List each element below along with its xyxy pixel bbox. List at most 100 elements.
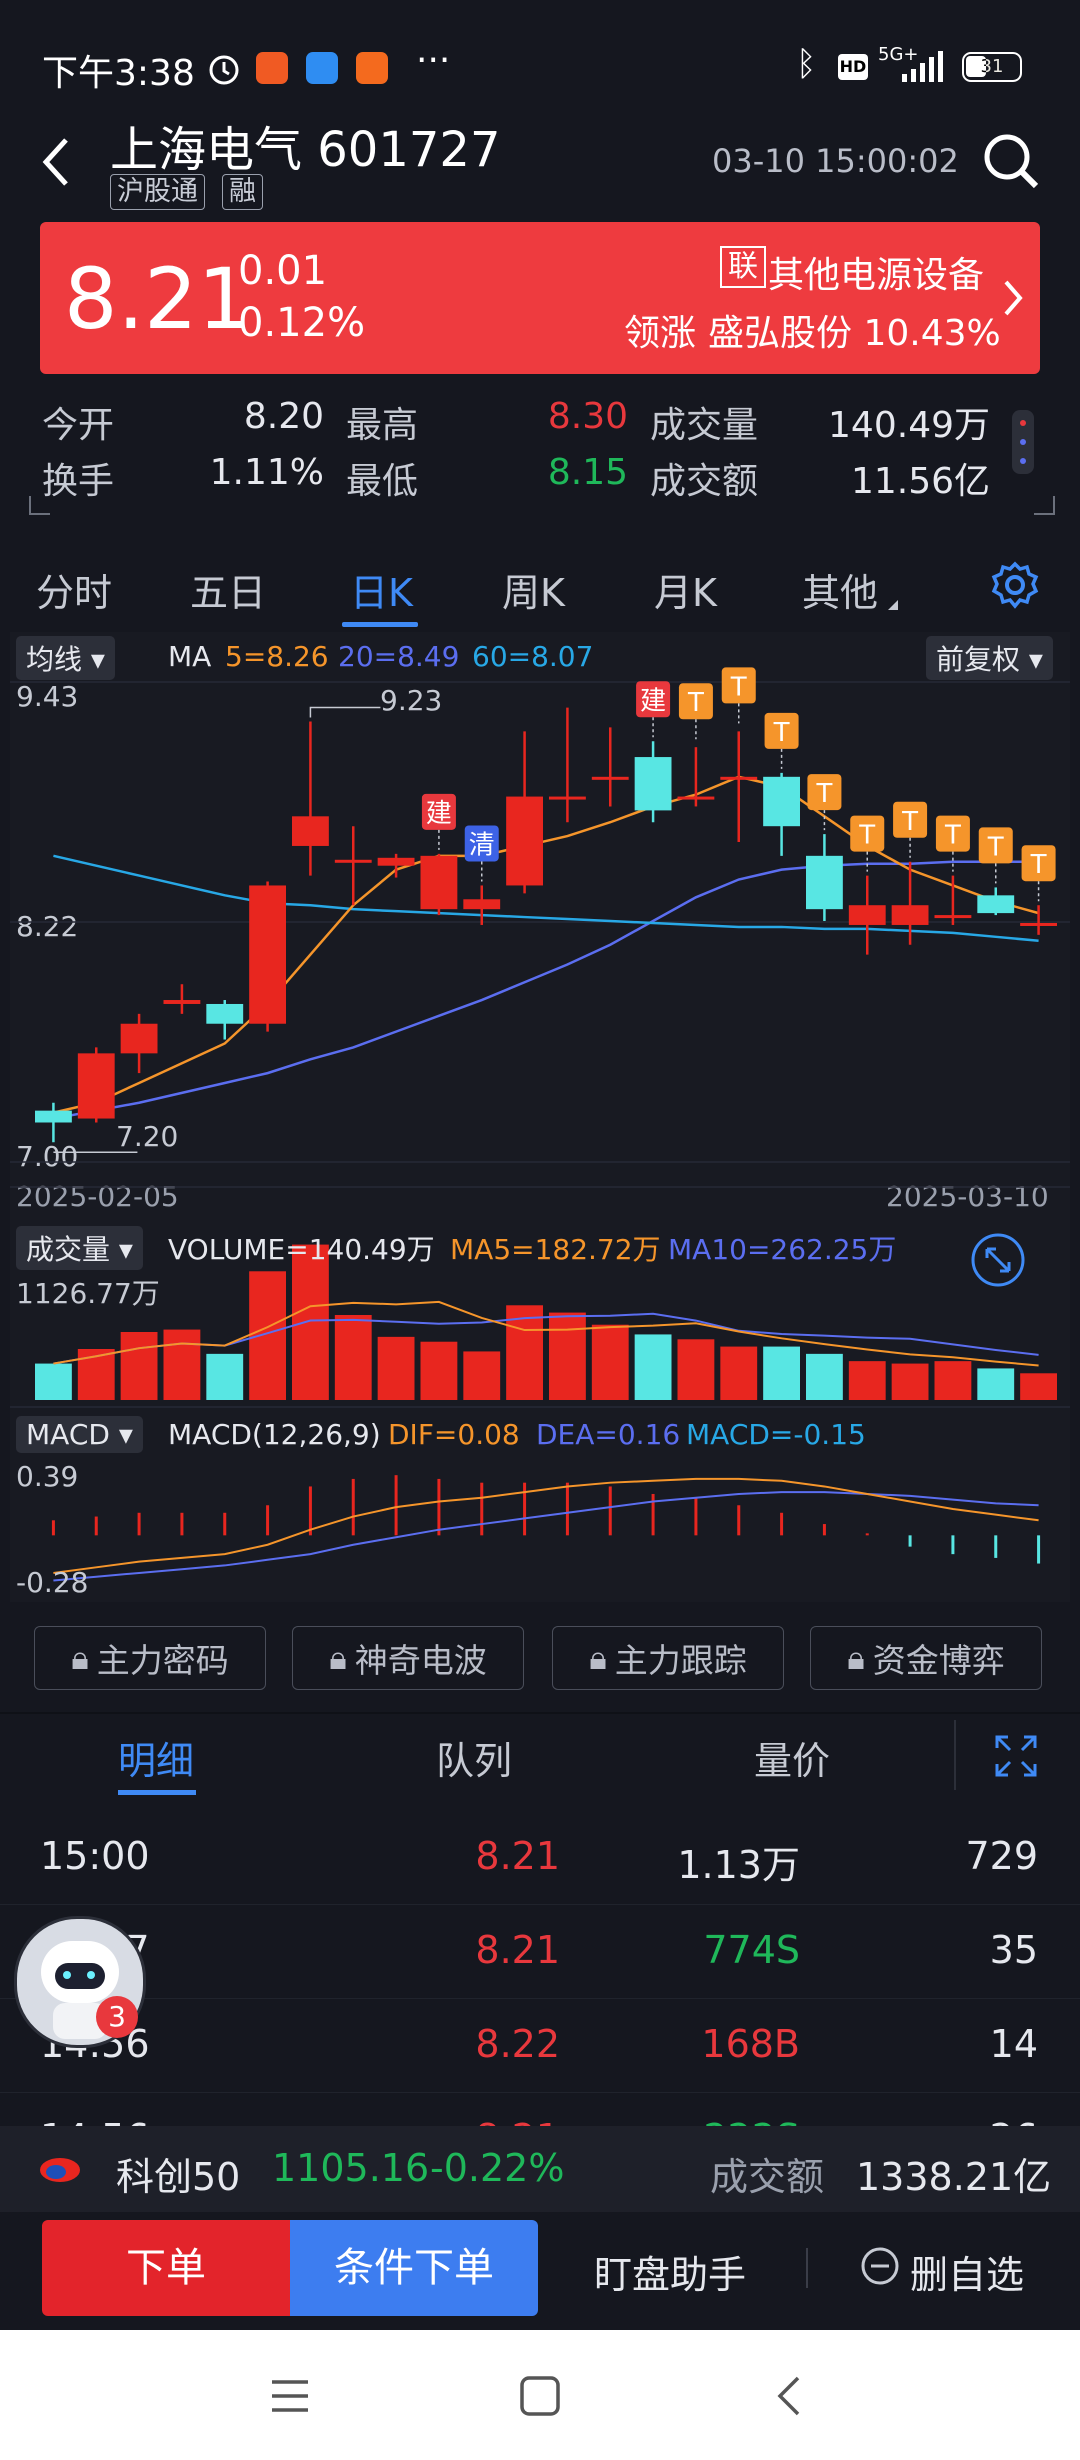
tab-five-day[interactable]: 五日 xyxy=(190,562,266,617)
trade-time: 15:00 xyxy=(40,1834,150,1878)
tab-queue[interactable]: 队列 xyxy=(436,1730,512,1785)
locked-button-label: 主力跟踪 xyxy=(614,1641,747,1680)
volume-value-label: VOLUME=140.49万 xyxy=(168,1233,435,1266)
price-change: 0.01 xyxy=(238,248,328,294)
tab-volume-price[interactable]: 量价 xyxy=(754,1730,830,1785)
candle-body xyxy=(1020,922,1058,926)
open-label: 今开 xyxy=(42,405,115,446)
back-icon[interactable] xyxy=(36,134,76,190)
stock-title: 上海电气 601727 xyxy=(110,122,501,178)
macd-dif-label: DIF=0.08 xyxy=(388,1418,520,1451)
high-value: 8.30 xyxy=(547,396,628,437)
volume-bar xyxy=(934,1361,972,1400)
signal-icon xyxy=(902,51,943,82)
expand-icon[interactable] xyxy=(994,1734,1038,1778)
marker-t: T xyxy=(730,672,747,702)
ma20-line xyxy=(53,854,1039,943)
divider xyxy=(806,2248,808,2288)
volume-ma10-label: MA10=262.25万 xyxy=(668,1233,897,1266)
marker-build: 建 xyxy=(640,686,666,716)
volume-ma5-line xyxy=(53,1300,1039,1367)
volume-ma5-label: MA5=182.72万 xyxy=(450,1233,661,1266)
lock-icon: 🔒︎ xyxy=(329,1638,347,1677)
bluetooth-icon: ᛒ xyxy=(796,44,817,84)
marker-t: T xyxy=(858,821,875,851)
candle-body xyxy=(249,885,287,1024)
locked-button-magic-wave[interactable]: 🔒︎ 神奇电波 xyxy=(292,1626,524,1690)
current-price: 8.21 xyxy=(64,250,252,348)
trade-price: 8.21 xyxy=(475,1834,560,1878)
locked-button-label: 资金博弈 xyxy=(872,1641,1005,1680)
volume-label: 成交量 xyxy=(650,405,759,446)
ma5-line xyxy=(53,775,1039,1114)
price-banner[interactable]: 8.21 0.01 0.12% 联 其他电源设备 领涨 盛弘股份 10.43% xyxy=(40,222,1040,374)
marker-t: T xyxy=(987,832,1004,862)
trade-row: 15:00 8.21 1.13万 729 xyxy=(0,1812,1080,1905)
volume-bar xyxy=(120,1332,158,1400)
locked-button-label: 主力密码 xyxy=(96,1641,229,1680)
macd-dif-line xyxy=(53,1477,1039,1574)
marker-t: T xyxy=(815,779,832,809)
back-nav-icon[interactable] xyxy=(772,2374,806,2418)
hd-icon: HD xyxy=(838,54,868,80)
volume-bar xyxy=(591,1324,629,1400)
macd-select-label: MACD xyxy=(26,1418,110,1451)
app-notification-icon xyxy=(306,52,338,84)
volume-select[interactable]: 成交量 ▾ xyxy=(16,1226,143,1270)
tab-intraday[interactable]: 分时 xyxy=(36,562,112,617)
remove-circle-icon xyxy=(861,2247,899,2285)
detail-tab-indicator xyxy=(118,1790,196,1795)
marker-t: T xyxy=(773,718,790,748)
candle-body xyxy=(763,776,801,827)
tab-monthly-k[interactable]: 月K xyxy=(654,562,717,617)
tab-weekly-k[interactable]: 周K xyxy=(502,562,565,617)
more-quote-toggle[interactable] xyxy=(1012,410,1034,474)
tab-other[interactable]: 其他 xyxy=(802,562,878,617)
remove-watchlist-button[interactable]: 删自选 xyxy=(910,2244,1024,2299)
search-icon[interactable] xyxy=(980,130,1042,192)
locked-button-main-tracking[interactable]: 🔒︎ 主力跟踪 xyxy=(552,1626,784,1690)
conditional-order-button[interactable]: 条件下单 xyxy=(290,2220,538,2316)
turnover-value: 1.11% xyxy=(209,452,324,493)
high-callout xyxy=(309,706,381,718)
index-bar[interactable]: 科创50 1105.16 -0.22% 成交额 1338.21亿 xyxy=(0,2126,1080,2212)
trade-volume: 168B xyxy=(701,2022,800,2066)
tab-daily-k[interactable]: 日K xyxy=(350,562,413,617)
trade-volume: 1.13万 xyxy=(677,1843,800,1887)
candle-body xyxy=(848,905,886,925)
volume-bar xyxy=(848,1361,886,1400)
tab-detail[interactable]: 明细 xyxy=(118,1730,194,1785)
index-change: -0.22% xyxy=(430,2146,565,2190)
locked-button-fund-game[interactable]: 🔒︎ 资金博弈 xyxy=(810,1626,1042,1690)
volume-bar xyxy=(720,1346,758,1400)
app-notification-icon xyxy=(356,52,388,84)
volume-y-top-label: 1126.77万 xyxy=(16,1277,160,1310)
candle-body xyxy=(463,899,501,910)
locked-button-main-password[interactable]: 🔒︎ 主力密码 xyxy=(34,1626,266,1690)
trade-row: 14:578.21774S35 xyxy=(0,1906,1080,1999)
volume-bar xyxy=(206,1353,244,1400)
volume-bar xyxy=(249,1271,287,1400)
index-amount-label: 成交额 xyxy=(710,2155,825,2199)
order-button[interactable]: 下单 xyxy=(42,2220,290,2316)
marker-t: T xyxy=(687,688,704,718)
lock-icon: 🔒︎ xyxy=(847,1638,865,1677)
menu-nav-icon[interactable] xyxy=(268,2376,312,2416)
settings-gear-icon[interactable] xyxy=(990,560,1040,610)
fullscreen-chart-icon[interactable] xyxy=(970,1232,1026,1288)
macd-dea-line xyxy=(53,1491,1039,1582)
quote-datetime: 03-10 15:00:02 xyxy=(712,142,959,180)
macd-dea-label: DEA=0.16 xyxy=(536,1418,681,1451)
alarm-icon xyxy=(209,55,239,85)
price-change-pct: 0.12% xyxy=(238,300,366,346)
macd-select[interactable]: MACD ▾ xyxy=(16,1416,143,1453)
volume-bar xyxy=(420,1341,458,1400)
watch-helper-button[interactable]: 盯盘助手 xyxy=(594,2244,746,2299)
home-nav-icon[interactable] xyxy=(518,2374,562,2418)
active-tab-indicator xyxy=(342,622,418,627)
dropdown-corner-icon xyxy=(888,600,898,610)
more-notifications-icon: ··· xyxy=(416,40,451,81)
volume-bar xyxy=(34,1363,72,1400)
divider xyxy=(0,1712,1080,1714)
trade-volume: 774S xyxy=(703,1928,800,1972)
